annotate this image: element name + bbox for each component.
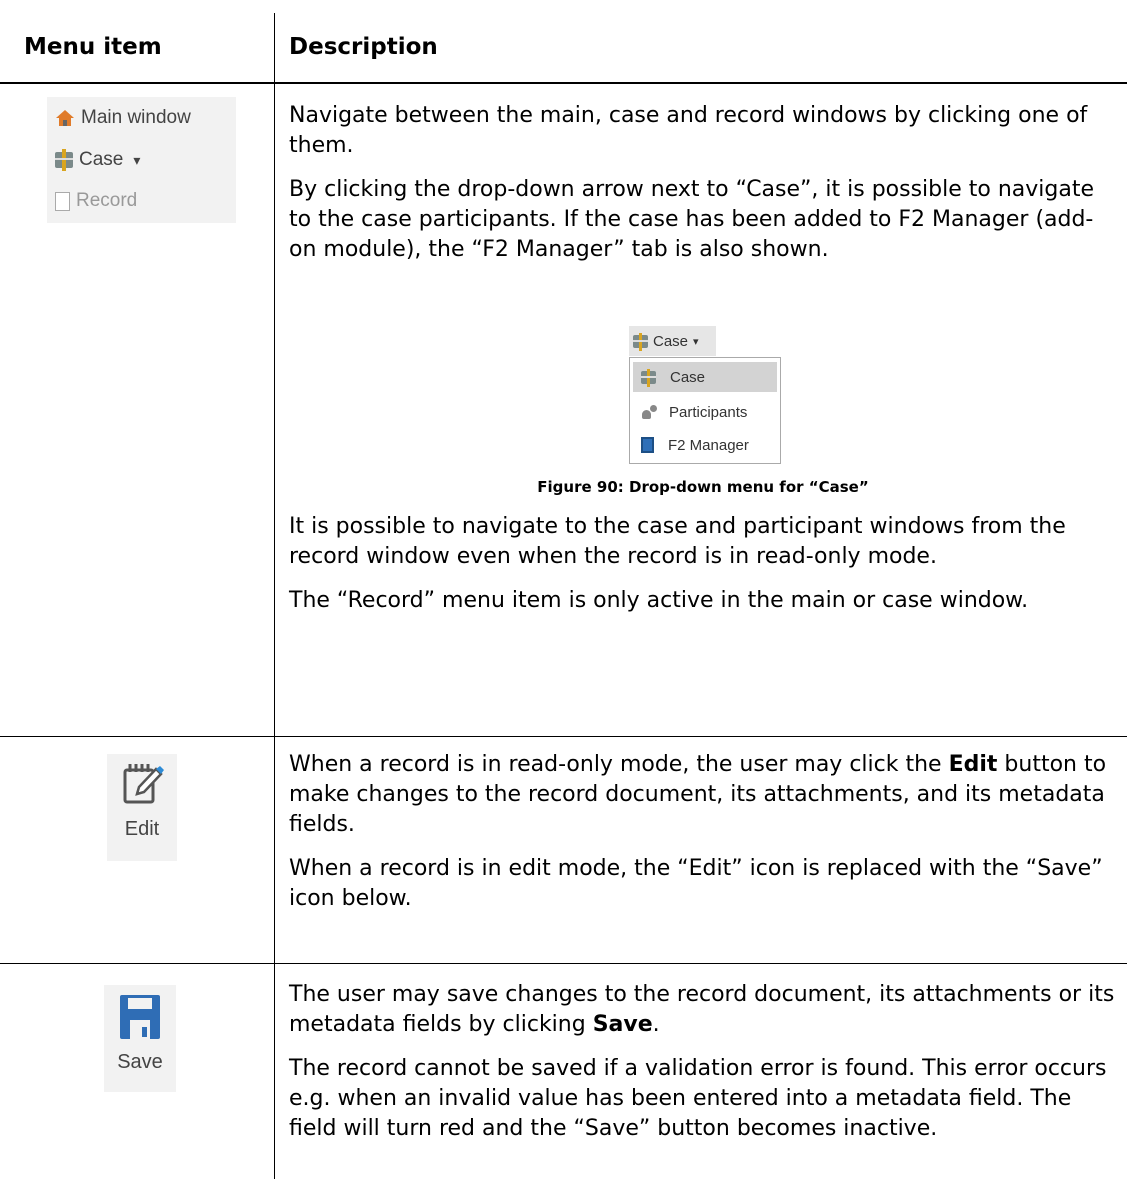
nav-case[interactable]: Case ▾ — [55, 147, 140, 173]
header-rule — [0, 82, 1127, 84]
navigation-panel: Main window Case ▾ Record — [47, 97, 236, 223]
dropdown-item-label: Case — [670, 368, 706, 386]
participants-icon — [641, 404, 659, 420]
row2-description: When a record is in read-only mode, the … — [289, 750, 1117, 928]
dropdown-item-label: F2 Manager — [668, 436, 749, 454]
row2-paragraph-1: When a record is in read-only mode, the … — [289, 752, 1107, 837]
save-button-label: Save — [117, 1051, 163, 1073]
row1-paragraph-4: The “Record” menu item is only active in… — [289, 588, 1029, 613]
dropdown-item-label: Participants — [669, 403, 748, 421]
chevron-down-icon: ▾ — [693, 335, 699, 348]
row-divider-2 — [0, 963, 1127, 964]
dropdown-item-f2-manager[interactable]: F2 Manager — [633, 430, 777, 460]
case-dropdown-button[interactable]: Case ▾ — [629, 326, 716, 356]
header-menu-item: Menu item — [24, 34, 162, 60]
nav-record: Record — [55, 188, 137, 214]
case-icon — [55, 149, 73, 171]
nav-main-window-label: Main window — [81, 107, 191, 128]
row1-paragraph-3: It is possible to navigate to the case a… — [289, 514, 1066, 569]
row2-paragraph-2: When a record is in edit mode, the “Edit… — [289, 856, 1103, 911]
row1-paragraph-1: Navigate between the main, case and reco… — [289, 103, 1088, 158]
row1-description: Navigate between the main, case and reco… — [289, 101, 1117, 279]
case-icon — [641, 368, 656, 387]
column-divider — [274, 13, 275, 1179]
case-dropdown-menu: Case Participants F2 Manager — [629, 357, 781, 464]
f2-manager-icon — [641, 437, 654, 453]
figure-caption: Figure 90: Drop-down menu for “Case” — [537, 478, 869, 496]
dropdown-item-case[interactable]: Case — [633, 362, 777, 392]
dropdown-item-participants[interactable]: Participants — [633, 397, 777, 427]
record-icon — [55, 191, 70, 211]
row1-description-cont: It is possible to navigate to the case a… — [289, 512, 1117, 630]
row3-description: The user may save changes to the record … — [289, 980, 1117, 1158]
case-icon — [633, 332, 648, 351]
row3-paragraph-1: The user may save changes to the record … — [289, 982, 1115, 1037]
nav-record-label: Record — [76, 190, 138, 211]
nav-main-window[interactable]: Main window — [55, 105, 191, 131]
home-icon — [56, 110, 74, 126]
chevron-down-icon[interactable]: ▾ — [133, 152, 140, 169]
row1-paragraph-2: By clicking the drop-down arrow next to … — [289, 177, 1095, 262]
save-icon — [120, 995, 160, 1039]
edit-icon — [123, 764, 164, 804]
edit-button-label: Edit — [124, 818, 160, 840]
header-description: Description — [289, 34, 438, 60]
save-button[interactable]: Save — [104, 985, 176, 1092]
row-divider-1 — [0, 736, 1127, 737]
edit-button[interactable]: Edit — [107, 754, 177, 861]
nav-case-label: Case — [79, 149, 124, 170]
case-dropdown-label: Case — [653, 332, 689, 350]
row3-paragraph-2: The record cannot be saved if a validati… — [289, 1056, 1107, 1141]
